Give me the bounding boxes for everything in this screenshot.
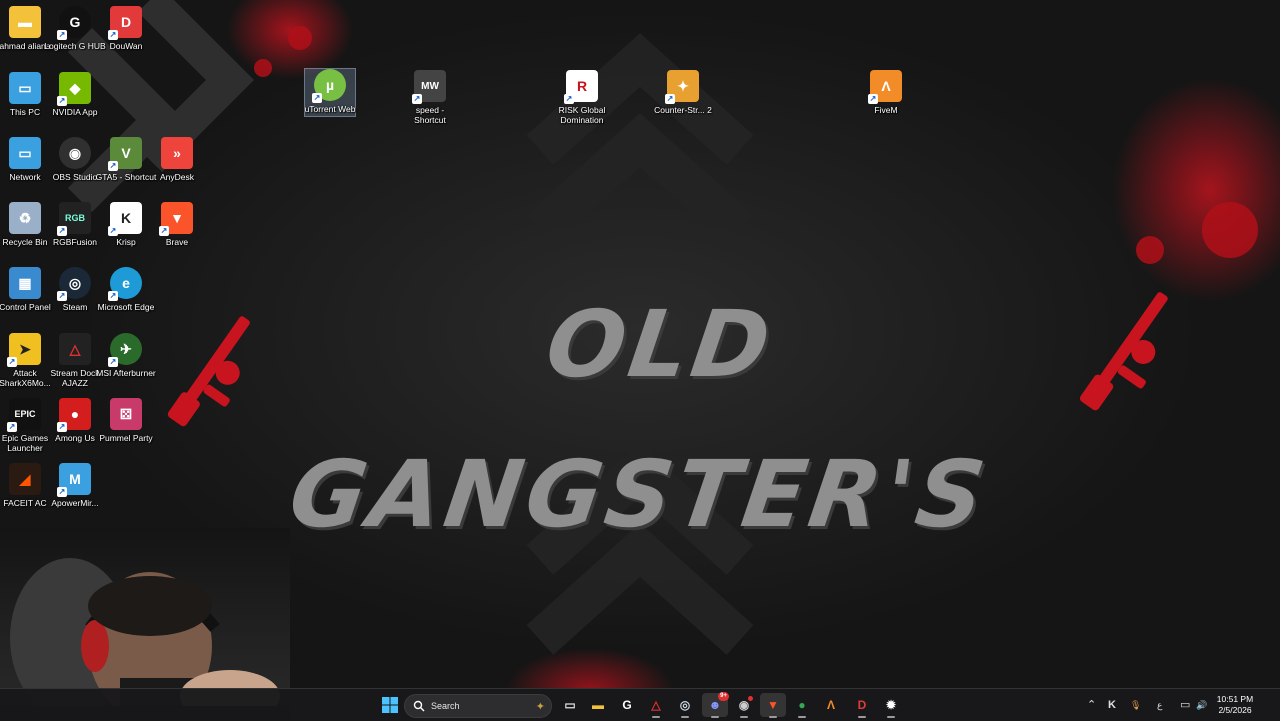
- desktop-icon-obs-studio[interactable]: ◉ OBS Studio: [48, 137, 102, 182]
- recording-indicator: [748, 696, 753, 701]
- counter-strike-icon: ✦ ↗: [665, 70, 699, 104]
- this-pc-icon: ▭: [9, 72, 41, 104]
- desktop-icon-gta5[interactable]: V ↗ GTA5 - Shortcut: [96, 137, 156, 182]
- taskbar-douwan[interactable]: D: [849, 693, 875, 718]
- taskbar-obs-studio[interactable]: ◉: [731, 693, 757, 718]
- desktop-icon-rgbfusion[interactable]: RGB ↗ RGBFusion: [48, 202, 102, 247]
- brave-icon: ▼ ↗: [159, 202, 193, 236]
- logitech-g-icon: G: [622, 698, 632, 712]
- tray-volume-icon[interactable]: 🔊: [1196, 697, 1207, 713]
- desktop-icon-logitech-g-hub[interactable]: G ↗ Logitech G HUB: [44, 6, 106, 51]
- control-panel-icon: ▦: [9, 267, 41, 299]
- brave-icon: ▼: [767, 698, 779, 712]
- edge-icon: e ↗: [108, 267, 142, 301]
- taskbar-file-explorer[interactable]: ▬: [585, 693, 611, 717]
- risk-icon: R ↗: [564, 70, 598, 104]
- tray-clock[interactable]: 10:51 PM 2/5/2026: [1214, 694, 1256, 716]
- tommy-gun-left-icon: [167, 316, 250, 427]
- attack-shark-icon: ➤ ↗: [7, 333, 41, 367]
- desktop-icon-counter-strike-2[interactable]: ✦ ↗ Counter-Str... 2: [654, 70, 712, 115]
- network-icon: ▭: [9, 137, 41, 169]
- windows-logo-icon: [382, 697, 398, 713]
- taskbar-fivem[interactable]: Λ: [818, 693, 844, 717]
- search-placeholder: Search: [431, 701, 460, 711]
- tray-network-icon[interactable]: ▭: [1180, 697, 1190, 713]
- steelseries-icon: ✹: [885, 698, 897, 712]
- desktop-icon-microsoft-edge[interactable]: e ↗ Microsoft Edge: [98, 267, 154, 312]
- taskbar-chrome[interactable]: ●: [789, 693, 815, 718]
- taskbar-steelseries[interactable]: ✹: [878, 693, 904, 718]
- among-us-icon: ● ↗: [57, 398, 91, 432]
- desktop-icon-apowermirror[interactable]: M ↗ ApowerMir...: [48, 463, 102, 508]
- tray-krisp-icon[interactable]: K: [1108, 697, 1116, 713]
- tray-language-indicator[interactable]: ع: [1157, 697, 1162, 713]
- desktop-icon-speed-shortcut[interactable]: MW ↗ speed - Shortcut: [403, 70, 457, 125]
- desktop-icon-stream-dock[interactable]: △ Stream Dock AJAZZ: [48, 333, 102, 388]
- anydesk-icon: »: [161, 137, 193, 169]
- desktop-icon-msi-afterburner[interactable]: ✈ ↗ MSI Afterburner: [96, 333, 156, 378]
- clock-date: 2/5/2026: [1218, 705, 1252, 715]
- desktop-icon-pummel-party[interactable]: ⚄ Pummel Party: [99, 398, 153, 443]
- logitech-g-icon: G ↗: [57, 6, 91, 40]
- clock-time: 10:51 PM: [1216, 694, 1254, 704]
- stream-dock-icon: △: [59, 333, 91, 365]
- faceit-icon: ◢: [9, 463, 41, 495]
- taskbar-search-box[interactable]: Search ✦: [404, 694, 552, 718]
- wallpaper-title: OLD GANGSTER'S: [283, 291, 995, 548]
- stream-dock-icon: △: [651, 698, 661, 712]
- recycle-bin-icon: ♻: [9, 202, 41, 234]
- folder-icon: ▬: [9, 6, 41, 38]
- msi-afterburner-icon: ✈ ↗: [108, 333, 142, 367]
- taskbar-discord[interactable]: ☻ 9+: [702, 692, 729, 718]
- desktop-icon-epic-games[interactable]: EPIC ↗ Epic Games Launcher: [0, 398, 52, 453]
- search-icon: [413, 700, 425, 712]
- taskbar-logitech-g-hub[interactable]: G: [614, 693, 640, 717]
- desktop-icon-brave[interactable]: ▼ ↗ Brave: [150, 202, 204, 247]
- taskbar: Search ✦ ▭ ▬ G △ ◎ ☻ 9+ ◉ ▼ ● Λ D ✹ ⌃ K …: [0, 688, 1280, 721]
- taskbar-stream-dock[interactable]: △: [643, 693, 669, 718]
- apowermirror-icon: M ↗: [57, 463, 91, 497]
- taskbar-steam[interactable]: ◎: [672, 693, 698, 718]
- desktop-icon-nvidia-app[interactable]: ◆ ↗ NVIDIA App: [48, 72, 102, 117]
- search-highlight-icon: ✦: [535, 700, 545, 713]
- desktop-icon-douwan[interactable]: D ↗ DouWan: [99, 6, 153, 51]
- epic-games-icon: EPIC ↗: [7, 398, 41, 432]
- douwan-icon: D ↗: [108, 6, 142, 40]
- taskbar-brave[interactable]: ▼: [760, 693, 786, 718]
- rgbfusion-icon: RGB ↗: [57, 202, 91, 236]
- chrome-icon: ●: [798, 698, 806, 712]
- desktop-icon-fivem[interactable]: Λ ↗ FiveM: [859, 70, 913, 115]
- tray-overflow-chevron-icon[interactable]: ⌃: [1087, 697, 1096, 713]
- steam-icon: ◎ ↗: [57, 267, 91, 301]
- task-view-icon: ▭: [564, 698, 576, 712]
- desktop-icon-utorrent-web[interactable]: µ ↗ uTorrent Web: [304, 68, 356, 117]
- nvidia-icon: ◆ ↗: [57, 72, 91, 106]
- fivem-icon: Λ: [826, 698, 835, 712]
- discord-notification-badge: 9+: [718, 692, 729, 701]
- desktop-icon-among-us[interactable]: ● ↗ Among Us: [48, 398, 102, 443]
- obs-icon: ◉: [59, 137, 91, 169]
- tommy-gun-right-icon: [1079, 292, 1168, 411]
- fivem-icon: Λ ↗: [868, 70, 902, 104]
- utorrent-icon: µ ↗: [312, 69, 346, 103]
- file-explorer-icon: ▬: [592, 698, 604, 712]
- pummel-party-icon: ⚄: [110, 398, 142, 430]
- desktop-icon-krisp[interactable]: K ↗ Krisp: [99, 202, 153, 247]
- taskbar-task-view[interactable]: ▭: [557, 693, 583, 717]
- desktop-icon-steam[interactable]: ◎ ↗ Steam: [48, 267, 102, 312]
- gta5-icon: V ↗: [108, 137, 142, 171]
- desktop-icon-risk[interactable]: R ↗ RISK Global Domination: [555, 70, 609, 125]
- start-button[interactable]: [377, 693, 403, 717]
- krisp-icon: K ↗: [108, 202, 142, 236]
- nfs-mw-icon: MW ↗: [412, 70, 446, 104]
- desktop-icon-anydesk[interactable]: » AnyDesk: [150, 137, 204, 182]
- tray-microphone-icon[interactable]: 🎙: [1130, 697, 1141, 713]
- douwan-icon: D: [857, 698, 867, 712]
- steam-icon: ◎: [679, 698, 691, 712]
